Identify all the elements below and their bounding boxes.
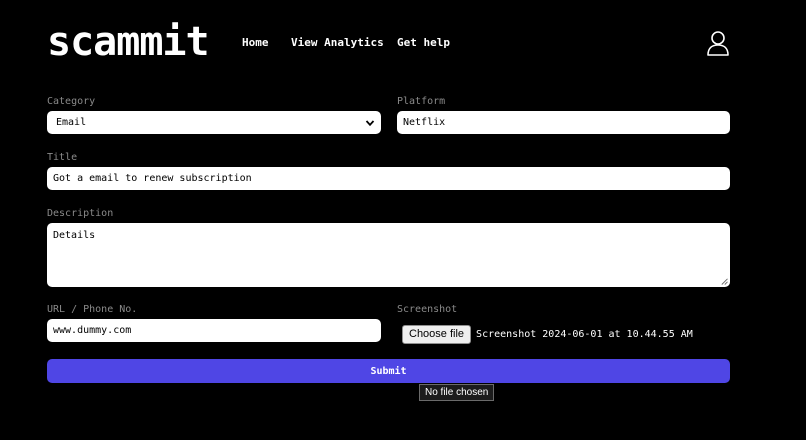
nav-view-analytics[interactable]: View Analytics — [291, 36, 384, 49]
title-label: Title — [47, 152, 78, 163]
screenshot-label: Screenshot — [397, 304, 458, 315]
title-value: Got a email to renew subscription — [53, 173, 252, 184]
category-label: Category — [47, 96, 96, 107]
nav-home[interactable]: Home — [242, 36, 269, 49]
platform-input[interactable]: Netflix — [397, 111, 730, 134]
file-tooltip: No file chosen — [419, 384, 495, 401]
header: scammit Home View Analytics Get help — [0, 0, 806, 86]
description-value: Details — [53, 230, 96, 241]
category-value: Email — [56, 117, 87, 128]
url-value: www.dummy.com — [53, 325, 132, 336]
screenshot-file-name: Screenshot 2024-06-01 at 10.44.55 AM — [476, 328, 693, 340]
nav-get-help[interactable]: Get help — [397, 36, 450, 49]
description-textarea[interactable]: Details — [47, 223, 730, 287]
url-label: URL / Phone No. — [47, 304, 138, 315]
user-icon[interactable] — [706, 30, 730, 56]
url-input[interactable]: www.dummy.com — [47, 319, 381, 342]
resize-handle-icon[interactable] — [721, 278, 728, 285]
logo[interactable]: scammit — [47, 18, 210, 66]
platform-label: Platform — [397, 96, 446, 107]
choose-file-button[interactable]: Choose file — [402, 324, 472, 344]
title-input[interactable]: Got a email to renew subscription — [47, 167, 730, 190]
chevron-down-icon — [365, 119, 375, 126]
screenshot-file-input[interactable]: Choose file Screenshot 2024-06-01 at 10.… — [402, 324, 693, 344]
category-select[interactable]: Email — [47, 111, 381, 134]
platform-value: Netflix — [403, 117, 446, 128]
submit-button[interactable]: Submit — [47, 359, 730, 383]
description-label: Description — [47, 208, 114, 219]
